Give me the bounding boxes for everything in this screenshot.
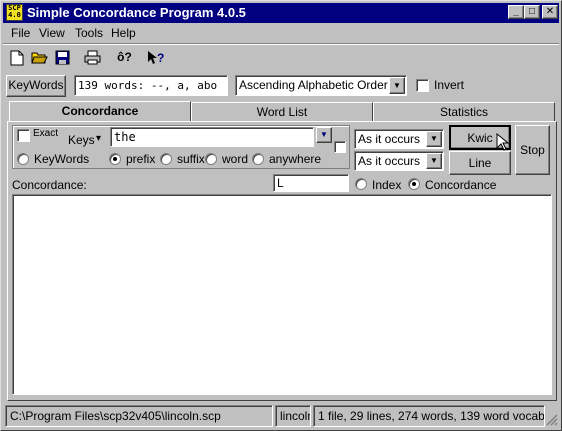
order-select[interactable]: Ascending Alphabetic Order ▼ (235, 75, 407, 96)
context-help-button[interactable]: ? (144, 47, 167, 70)
order-select-value: Ascending Alphabetic Order (239, 78, 388, 92)
tab-word-list[interactable]: Word List (191, 102, 373, 122)
stop-label: Stop (520, 143, 545, 157)
keywords-radio-label: KeyWords (34, 152, 90, 166)
chevron-down-icon: ▼ (320, 130, 328, 139)
status-file: lincoln (275, 405, 311, 427)
search-input[interactable]: the (110, 127, 314, 147)
keys-dropdown-icon[interactable]: ▾ (96, 133, 101, 144)
anywhere-label: anywhere (269, 152, 322, 166)
close-icon: ✕ (545, 6, 555, 17)
tab-concordance[interactable]: Concordance (9, 101, 191, 122)
menu-help[interactable]: Help (111, 26, 136, 40)
window-title: Simple Concordance Program 4.0.5 (27, 5, 246, 20)
word-radio[interactable] (205, 153, 217, 165)
app-icon: SCP 4.0 (6, 4, 23, 21)
word-list-summary[interactable]: 139 words: --, a, abo (74, 75, 228, 96)
sort-select-2-value: As it occurs (358, 154, 421, 168)
title-bar[interactable]: SCP 4.0 Simple Concordance Program 4.0.5… (3, 3, 559, 23)
concordance-radio-label: Concordance (425, 178, 497, 192)
concordance-radio[interactable] (408, 178, 420, 190)
prefix-radio[interactable] (109, 153, 121, 165)
about-icon: ô? (117, 50, 132, 64)
concordance-field[interactable]: L (273, 174, 349, 192)
keywords-radio[interactable] (17, 153, 29, 165)
chevron-down-icon[interactable]: ▼ (426, 131, 442, 147)
status-stats: 1 file, 29 lines, 274 words, 139 word vo… (313, 405, 545, 427)
toolbar: ô? ? (3, 43, 559, 73)
suffix-radio[interactable] (160, 153, 172, 165)
invert-label: Invert (434, 78, 465, 92)
tab-statistics[interactable]: Statistics (373, 102, 555, 122)
about-button[interactable]: ô? (113, 47, 136, 70)
main-window: SCP 4.0 Simple Concordance Program 4.0.5… (0, 0, 562, 431)
sort-select-2[interactable]: As it occurs ▼ (354, 151, 444, 171)
save-disk-icon (55, 50, 70, 65)
new-button[interactable] (5, 47, 28, 70)
line-button[interactable]: Line (449, 151, 511, 175)
results-area[interactable] (12, 194, 552, 395)
suffix-label: suffix (177, 152, 205, 166)
mouse-cursor-icon (496, 133, 510, 151)
index-radio[interactable] (355, 178, 367, 190)
menu-file[interactable]: File (11, 26, 30, 40)
print-icon (84, 50, 101, 65)
concordance-label: Concordance: (12, 178, 87, 192)
new-file-icon (10, 50, 23, 66)
search-option-checkbox[interactable] (334, 141, 346, 153)
maximize-icon: □ (528, 6, 536, 17)
save-button[interactable] (51, 47, 74, 70)
stop-button[interactable]: Stop (515, 125, 550, 175)
search-history-button[interactable]: ▼ (316, 127, 332, 143)
context-help-icon: ? (147, 51, 164, 65)
prefix-label: prefix (126, 152, 156, 166)
menu-view[interactable]: View (39, 26, 65, 40)
open-folder-icon (31, 52, 48, 64)
word-label: word (222, 152, 249, 166)
svg-text:?: ? (157, 51, 164, 65)
line-label: Line (468, 156, 492, 170)
resize-grip-icon[interactable] (546, 414, 558, 426)
chevron-down-icon[interactable]: ▼ (426, 153, 442, 169)
exact-checkbox[interactable] (17, 129, 30, 142)
print-button[interactable] (81, 47, 104, 70)
keywords-button[interactable]: KeyWords (6, 75, 66, 97)
kwic-label: Kwic (467, 131, 493, 145)
invert-checkbox[interactable] (416, 79, 429, 92)
sort-select-1[interactable]: As it occurs ▼ (354, 129, 444, 149)
menu-tools[interactable]: Tools (75, 26, 103, 40)
menu-bar: File View Tools Help (3, 24, 559, 42)
sort-select-1-value: As it occurs (358, 132, 421, 146)
keys-label[interactable]: Keys (68, 133, 95, 147)
maximize-button[interactable]: □ (524, 5, 540, 19)
minimize-icon: _ (513, 6, 519, 17)
status-path: C:\Program Files\scp32v405\lincoln.scp (5, 405, 273, 427)
anywhere-radio[interactable] (252, 153, 264, 165)
index-label: Index (372, 178, 402, 192)
close-button[interactable]: ✕ (542, 5, 558, 19)
exact-label: Exact (33, 128, 59, 139)
minimize-button[interactable]: _ (508, 5, 524, 19)
open-button[interactable] (28, 47, 51, 70)
chevron-down-icon[interactable]: ▼ (389, 77, 405, 94)
